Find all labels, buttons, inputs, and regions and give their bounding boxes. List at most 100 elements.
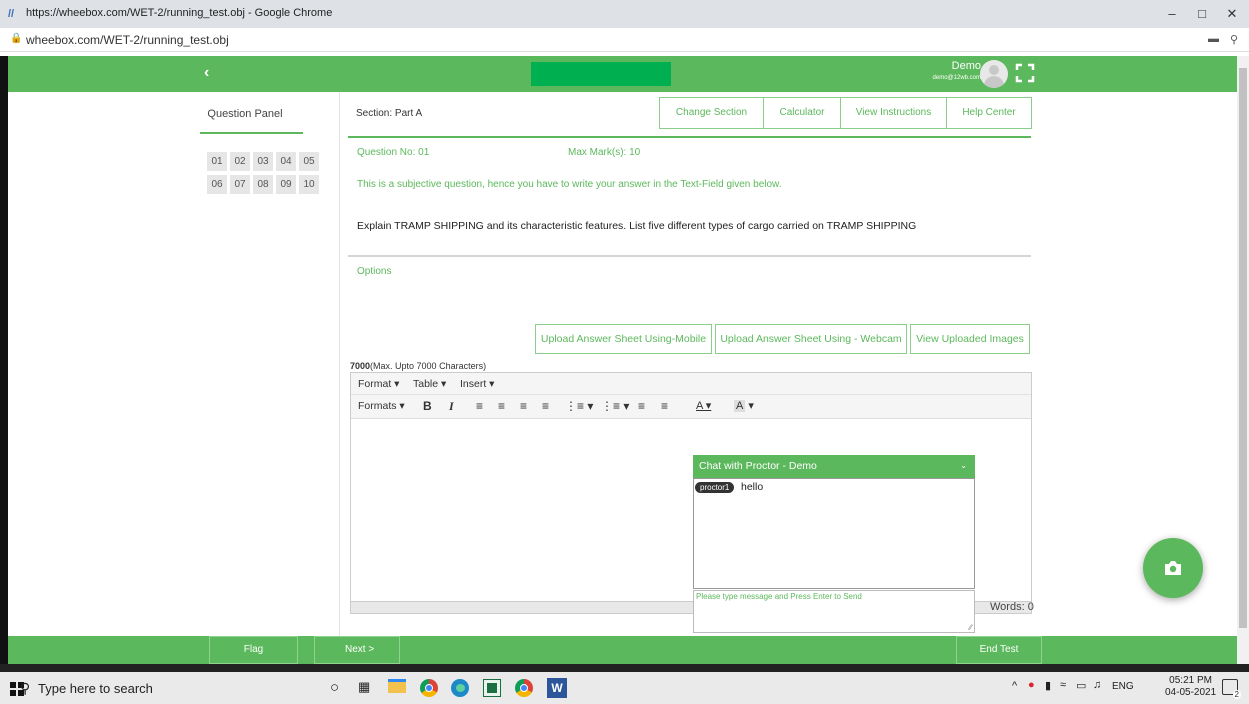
back-chevron-icon[interactable]: ‹ [204,64,209,82]
bold-icon[interactable]: B [423,399,432,413]
search-icon[interactable]: ⚲ [20,680,30,697]
chat-header[interactable]: Chat with Proctor - Demo ⌄ [693,455,975,478]
site-favicon-icon: // [8,8,15,20]
microphone-icon[interactable]: ▮ [1045,679,1051,692]
language-indicator[interactable]: ENG [1112,681,1134,692]
end-test-button[interactable]: End Test [956,636,1042,664]
question-number-button[interactable]: 09 [276,175,296,194]
question-panel-underline [200,132,303,134]
user-email: demo@12wb.com [932,75,981,81]
change-section-button[interactable]: Change Section [659,97,764,129]
address-bar[interactable]: 🔒 wheebox.com/WET-2/running_test.obj ▬ ⚲ [0,28,1249,52]
question-number-button[interactable]: 06 [207,175,227,194]
align-left-icon[interactable]: ≡ [476,399,483,413]
view-instructions-button[interactable]: View Instructions [840,97,947,129]
left-edge-bar [0,56,8,671]
question-text: Explain TRAMP SHIPPING and its character… [357,220,917,232]
window-title: https://wheebox.com/WET-2/running_test.o… [26,7,333,19]
maximize-icon[interactable]: □ [1190,4,1214,24]
character-count: 7000 [350,361,371,371]
edge-icon[interactable] [451,679,469,697]
upload-webcam-button[interactable]: Upload Answer Sheet Using - Webcam [715,324,907,354]
clock-date: 04-05-2021 [1165,687,1217,698]
character-limit: 7000(Max. Upto 7000 Characters) [350,361,486,371]
next-button[interactable]: Next > [314,636,400,664]
question-number-button[interactable]: 04 [276,152,296,171]
question-number-button[interactable]: 10 [299,175,319,194]
upload-mobile-button[interactable]: Upload Answer Sheet Using-Mobile [535,324,712,354]
show-hidden-icons-icon[interactable]: ^ [1012,680,1017,692]
camera-in-use-icon[interactable]: ▬ [1208,33,1219,45]
minimize-icon[interactable]: – [1160,4,1184,24]
text-color-icon[interactable]: A ▾ [696,399,711,412]
question-panel-title: Question Panel [207,108,283,120]
question-number-button[interactable]: 07 [230,175,250,194]
bullet-list-icon[interactable]: ⋮≡ ▾ [565,399,593,413]
taskbar-clock[interactable]: 05:21 PM 04-05-2021 [1165,675,1216,699]
camera-icon [1165,561,1181,575]
question-number-button[interactable]: 08 [253,175,273,194]
numbered-list-icon[interactable]: ⋮≡ ▾ [601,399,629,413]
taskbar-search-input[interactable]: Type here to search [38,681,153,696]
page-scrollbar[interactable] [1237,56,1249,671]
wifi-icon[interactable]: ≈ [1060,679,1066,691]
lock-icon[interactable]: 🔒 [10,33,22,44]
chat-message: hello [741,481,764,493]
justify-icon[interactable]: ≡ [542,399,549,413]
scrollbar-thumb[interactable] [1239,68,1247,628]
view-uploaded-images-button[interactable]: View Uploaded Images [910,324,1030,354]
section-underline [348,136,1031,138]
system-tray-app-icon[interactable]: ● [1028,679,1035,691]
file-explorer-icon[interactable] [388,679,408,699]
panel-divider [339,92,340,636]
camera-button[interactable] [1143,538,1203,598]
resize-handle-icon[interactable]: ∕∕ [969,623,972,632]
task-view-icon[interactable]: ▦ [358,679,370,695]
notifications-icon[interactable]: 2 [1222,679,1241,699]
indent-icon[interactable]: ≡ [661,399,668,413]
zoom-icon[interactable]: ⚲ [1230,33,1238,46]
app-footer: Flag Next > End Test [8,636,1237,664]
url-text[interactable]: wheebox.com/WET-2/running_test.obj [26,33,229,47]
chat-sender-badge: proctor1 [695,482,735,493]
question-number-button[interactable]: 05 [299,152,319,171]
notification-count: 2 [1232,690,1241,699]
table-menu[interactable]: Table ▾ [413,378,446,390]
fullscreen-icon[interactable] [1015,63,1035,83]
formats-dropdown[interactable]: Formats ▾ [358,400,405,412]
chat-message-input[interactable]: Please type message and Press Enter to S… [693,590,975,633]
volume-icon[interactable]: ♫ [1093,679,1101,691]
question-number-button[interactable]: 01 [207,152,227,171]
character-limit-text: (Max. Upto 7000 Characters) [370,361,487,371]
options-label: Options [357,266,392,277]
format-menu[interactable]: Format ▾ [358,378,399,390]
question-number-button[interactable]: 03 [253,152,273,171]
chrome-icon[interactable] [420,679,438,697]
section-label: Section: Part A [356,108,423,119]
question-number-button[interactable]: 02 [230,152,250,171]
clock-time: 05:21 PM [1169,675,1212,686]
background-color-icon[interactable]: A ▾ [734,399,754,412]
word-icon[interactable]: W [547,678,567,698]
bottom-edge [0,664,1249,672]
battery-icon[interactable]: ▭ [1076,679,1086,692]
browser-title-bar: // https://wheebox.com/WET-2/running_tes… [0,0,1249,28]
align-right-icon[interactable]: ≡ [520,399,527,413]
chat-input-placeholder: Please type message and Press Enter to S… [696,592,862,601]
chrome-icon[interactable] [515,679,533,697]
align-center-icon[interactable]: ≡ [498,399,505,413]
insert-menu[interactable]: Insert ▾ [460,378,494,390]
excel-icon[interactable] [483,679,501,697]
chat-messages: proctor1 hello [693,478,975,589]
word-count: Words: 0 [990,601,1034,613]
close-icon[interactable]: ✕ [1220,4,1244,24]
italic-icon[interactable]: I [449,399,454,414]
cortana-icon[interactable]: ○ [330,679,339,696]
editor-toolbar: Formats ▾ B I ≡ ≡ ≡ ≡ ⋮≡ ▾ ⋮≡ ▾ ≡ ≡ A ▾ … [351,395,1031,419]
calculator-button[interactable]: Calculator [763,97,841,129]
help-center-button[interactable]: Help Center [946,97,1032,129]
chat-collapse-icon[interactable]: ⌄ [960,461,967,470]
proctor-chat: Chat with Proctor - Demo ⌄ proctor1 hell… [693,455,975,633]
flag-button[interactable]: Flag [209,636,298,664]
outdent-icon[interactable]: ≡ [638,399,645,413]
